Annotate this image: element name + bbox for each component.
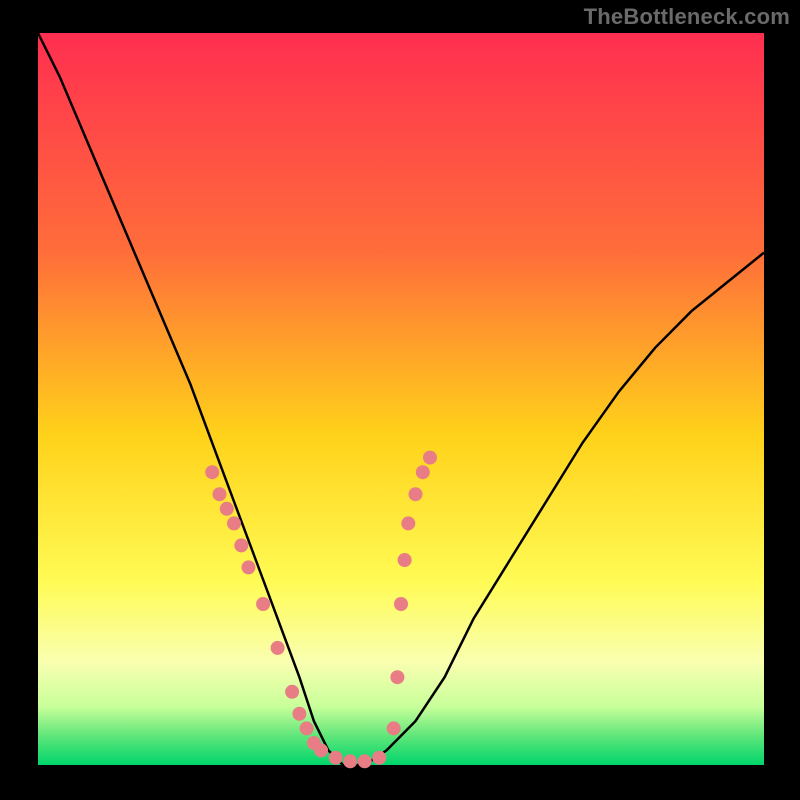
sample-point [242, 560, 256, 574]
sample-point [271, 641, 285, 655]
sample-point [227, 516, 241, 530]
sample-point [401, 516, 415, 530]
watermark-text: TheBottleneck.com [584, 4, 790, 30]
sample-point [343, 754, 357, 768]
sample-point [416, 465, 430, 479]
sample-point [387, 721, 401, 735]
sample-point [390, 670, 404, 684]
sample-point [372, 751, 386, 765]
sample-point [423, 451, 437, 465]
sample-point [234, 538, 248, 552]
sample-point [398, 553, 412, 567]
sample-point [358, 754, 372, 768]
sample-point [300, 721, 314, 735]
sample-point [220, 502, 234, 516]
chart-frame: TheBottleneck.com [0, 0, 800, 800]
sample-point [213, 487, 227, 501]
sample-point [205, 465, 219, 479]
sample-point [314, 743, 328, 757]
sample-point [409, 487, 423, 501]
sample-point [329, 751, 343, 765]
sample-point [292, 707, 306, 721]
sample-point [285, 685, 299, 699]
sample-point [394, 597, 408, 611]
bottleneck-plot [0, 0, 800, 800]
plot-area [38, 33, 764, 765]
sample-point [256, 597, 270, 611]
